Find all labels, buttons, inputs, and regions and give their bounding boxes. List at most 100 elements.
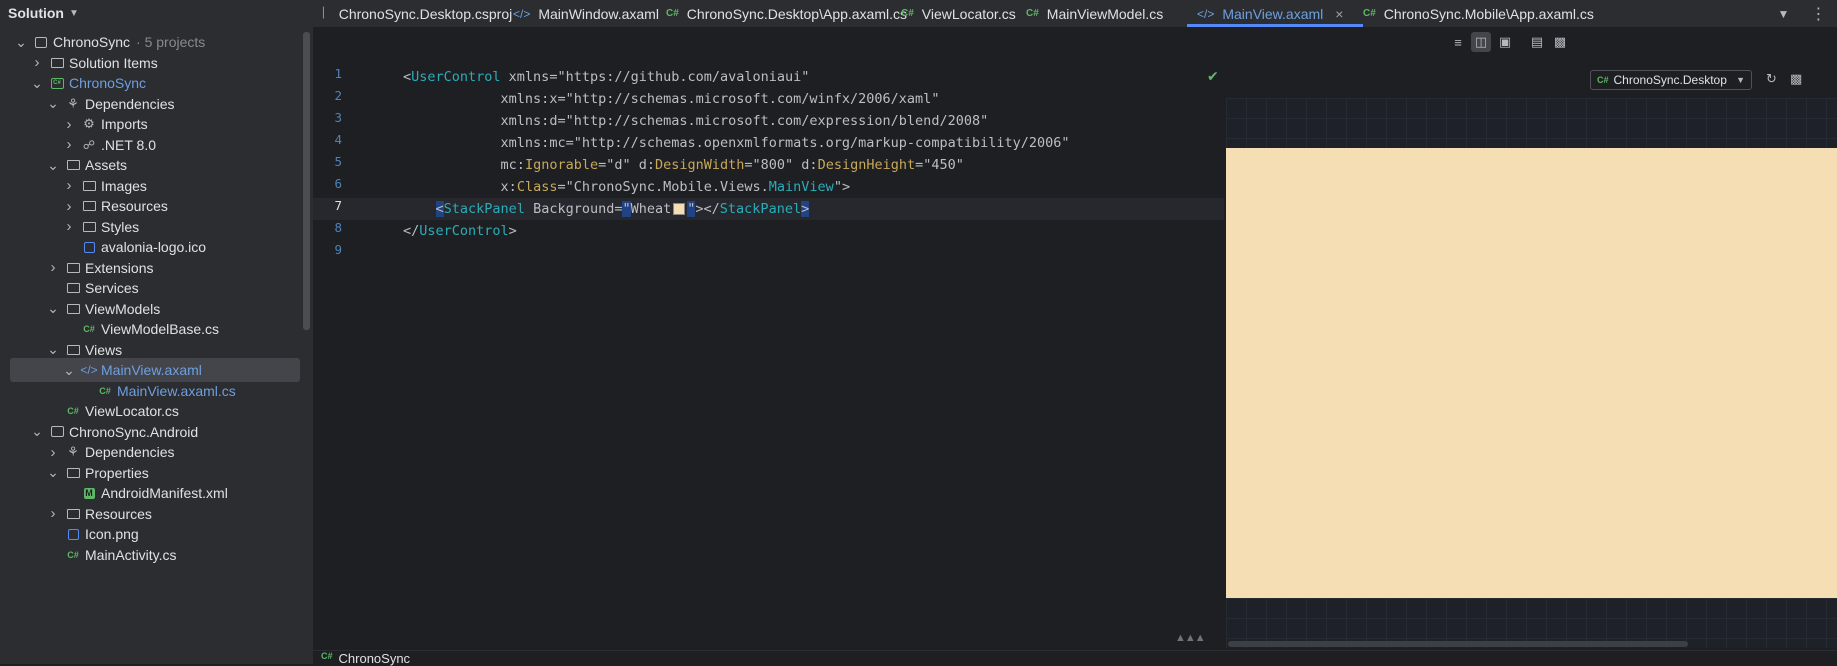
tree-item-label: Dependencies — [85, 95, 175, 112]
tab-mainview-axaml[interactable]: </> MainView.axaml × — [1186, 0, 1364, 27]
tree-item-label: Resources — [85, 505, 152, 522]
tab-chronosync-desktop-app-axaml-cs[interactable]: C# ChronoSync.Desktop\App.axaml.cs — [666, 0, 907, 27]
folder-icon — [48, 55, 66, 71]
line-number[interactable]: 9 — [322, 242, 342, 257]
attr-text: xmlns="https://github.com/avaloniaui" — [500, 69, 810, 85]
refresh-icon[interactable]: ↻ — [1766, 71, 1777, 87]
folder-icon — [80, 198, 98, 214]
code-editor[interactable]: < UserControl xmlns="https://github.com/a… — [313, 58, 1224, 648]
preview-stackpanel — [1226, 148, 1837, 598]
tree-item-label: Views — [85, 341, 123, 358]
status-bar: C# ChronoSync — [313, 650, 1837, 666]
csharp-project-icon: C# — [48, 75, 66, 91]
chevron-down-icon[interactable]: ⌄ — [46, 464, 60, 481]
tree-item-label: Styles — [101, 218, 140, 235]
folder-icon — [64, 280, 82, 296]
tab-chronosync-desktop-csproj[interactable]: ▏ ChronoSync.Desktop.csproj — [323, 0, 512, 27]
reader-mode-icon[interactable]: ▲▲▲ — [1175, 632, 1206, 644]
line-number[interactable]: 6 — [322, 176, 342, 191]
tree-item-label: Services — [85, 280, 139, 296]
chevron-down-icon[interactable]: ▼ — [69, 8, 79, 19]
project-count: · 5 projects — [136, 34, 206, 50]
tab-chronosync-mobile-app-axaml-cs[interactable]: C# ChronoSync.Mobile\App.axaml.cs — [1363, 0, 1594, 27]
chevron-right-icon[interactable]: › — [46, 259, 60, 276]
tag-name: UserControl — [411, 69, 501, 85]
android-project-icon — [48, 424, 66, 440]
chevron-right-icon[interactable]: › — [62, 136, 76, 153]
folder-icon — [64, 157, 82, 173]
solution-header[interactable]: Solution ▼ — [0, 0, 313, 26]
code-line-5: mc:Ignorable="d" d:DesignWidth="800" d:D… — [403, 154, 964, 176]
chevron-down-icon[interactable]: ⌄ — [62, 362, 76, 379]
tab-label: MainView.axaml — [1222, 5, 1324, 22]
tab-label: ChronoSync.Mobile\App.axaml.cs — [1383, 5, 1594, 22]
tab-mainviewmodel-cs[interactable]: C# MainViewModel.cs — [1026, 0, 1163, 27]
chevron-down-icon[interactable]: ⌄ — [14, 34, 28, 51]
chevron-right-icon[interactable]: › — [62, 218, 76, 235]
code-line-8: </UserControl> — [403, 223, 517, 239]
bracket-highlight: > — [801, 201, 810, 217]
line-number[interactable]: 7 — [322, 198, 342, 213]
chevron-down-icon[interactable]: ⌄ — [46, 95, 60, 112]
tab-label: ChronoSync.Desktop\App.axaml.cs — [686, 5, 908, 22]
line-number[interactable]: 1 — [322, 66, 342, 81]
tab-label: ViewLocator.cs — [921, 5, 1016, 22]
code-line-1: <UserControl xmlns="https://github.com/a… — [403, 69, 810, 85]
line-number[interactable]: 3 — [322, 110, 342, 125]
solution-icon — [32, 34, 50, 50]
tree-item-label: Icon.png — [85, 526, 139, 542]
terminal-icon[interactable]: ▩ — [1550, 32, 1570, 52]
color-swatch[interactable] — [673, 203, 686, 215]
tree-item-label: ChronoSync — [53, 34, 131, 50]
preview-toolbar: C# ChronoSync.Desktop ▼ ↻ ▩ — [1226, 58, 1837, 98]
preview-scrollbar[interactable] — [1228, 641, 1688, 647]
chevron-right-icon[interactable]: › — [62, 116, 76, 133]
chevron-down-icon[interactable]: ⌄ — [30, 423, 44, 440]
chevron-down-icon[interactable]: ⌄ — [30, 75, 44, 92]
chevron-right-icon[interactable]: › — [46, 444, 60, 461]
chevron-down-icon[interactable]: ⌄ — [46, 157, 60, 174]
tree-item-label: Dependencies — [85, 444, 175, 460]
attr-text: "> — [833, 179, 851, 195]
target-platform-select[interactable]: C# ChronoSync.Desktop ▼ — [1590, 70, 1752, 90]
code-line-7: <StackPanel Background="Wheat "></StackPa… — [313, 198, 1224, 220]
quote-highlight: " — [622, 201, 631, 217]
sidebar-scrollbar[interactable] — [303, 32, 310, 330]
tab-viewlocator-cs[interactable]: C# ViewLocator.cs — [901, 0, 1016, 27]
xaml-file-icon: </> — [513, 6, 531, 21]
chevron-right-icon[interactable]: › — [30, 54, 44, 71]
chevron-down-icon[interactable]: ⌄ — [46, 300, 60, 317]
folder-icon — [80, 219, 98, 235]
tree-item-label: Extensions — [85, 259, 154, 276]
attr-text: Background= — [524, 201, 623, 217]
split-view-icon[interactable]: ◫ — [1471, 32, 1491, 52]
chevron-right-icon[interactable]: › — [46, 505, 60, 522]
attr-name: Ignorable — [524, 157, 599, 173]
layout-icon[interactable]: ▤ — [1527, 32, 1547, 52]
tree-item-label: ChronoSync.Android — [69, 423, 199, 440]
chevron-down-icon[interactable]: ⌄ — [46, 341, 60, 358]
line-number[interactable]: 4 — [322, 132, 342, 147]
dependencies-icon: ⚘ — [67, 95, 79, 111]
checkmark-icon[interactable]: ✔ — [1207, 68, 1219, 85]
csharp-file-icon: C# — [1026, 8, 1039, 19]
more-options-icon[interactable]: ⋮ — [1810, 4, 1826, 24]
line-number[interactable]: 2 — [322, 88, 342, 103]
chevron-right-icon[interactable]: › — [62, 177, 76, 194]
chevron-down-icon[interactable]: ▼ — [1778, 7, 1790, 21]
preview-view-icon[interactable]: ▣ — [1495, 32, 1515, 52]
framework-icon: ☍ — [82, 137, 96, 152]
tab-mainwindow-axaml[interactable]: </> MainWindow.axaml — [513, 0, 659, 27]
attr-name: Class — [516, 179, 558, 195]
folder-icon — [64, 342, 82, 358]
tab-label: MainViewModel.cs — [1046, 5, 1164, 22]
chevron-right-icon[interactable]: › — [62, 198, 76, 215]
tree-item-label: Solution Items — [69, 54, 158, 71]
close-icon[interactable]: × — [1335, 6, 1343, 22]
tree-item[interactable]: ›C#MainActivity.cs — [10, 543, 300, 567]
line-number[interactable]: 5 — [322, 154, 342, 169]
code-view-icon[interactable]: ≡ — [1448, 32, 1468, 52]
preview-settings-icon[interactable]: ▩ — [1790, 71, 1802, 87]
line-number[interactable]: 8 — [322, 220, 342, 235]
design-preview: C# ChronoSync.Desktop ▼ ↻ ▩ — [1226, 58, 1837, 648]
